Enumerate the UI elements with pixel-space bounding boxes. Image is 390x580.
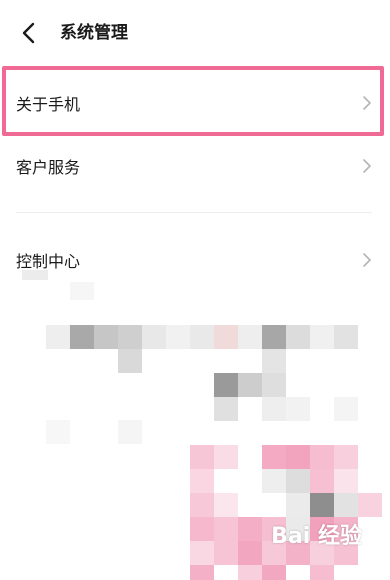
chevron-right-icon [363,253,371,267]
section-divider [16,212,372,213]
menu-item-label: 客户服务 [16,158,81,177]
chevron-right-icon [363,96,371,110]
back-arrow-icon[interactable] [16,20,42,46]
chevron-right-icon [363,159,371,173]
menu-item-about-phone[interactable]: 关于手机 [0,71,390,135]
menu-item-label: 控制中心 [16,252,81,271]
page-title: 系统管理 [60,23,128,43]
watermark-text: Bai 经验 [271,524,362,549]
menu-item-customer-service[interactable]: 客户服务 [0,134,390,198]
menu-item-label: 关于手机 [16,95,81,114]
header-bar: 系统管理 [0,0,390,64]
